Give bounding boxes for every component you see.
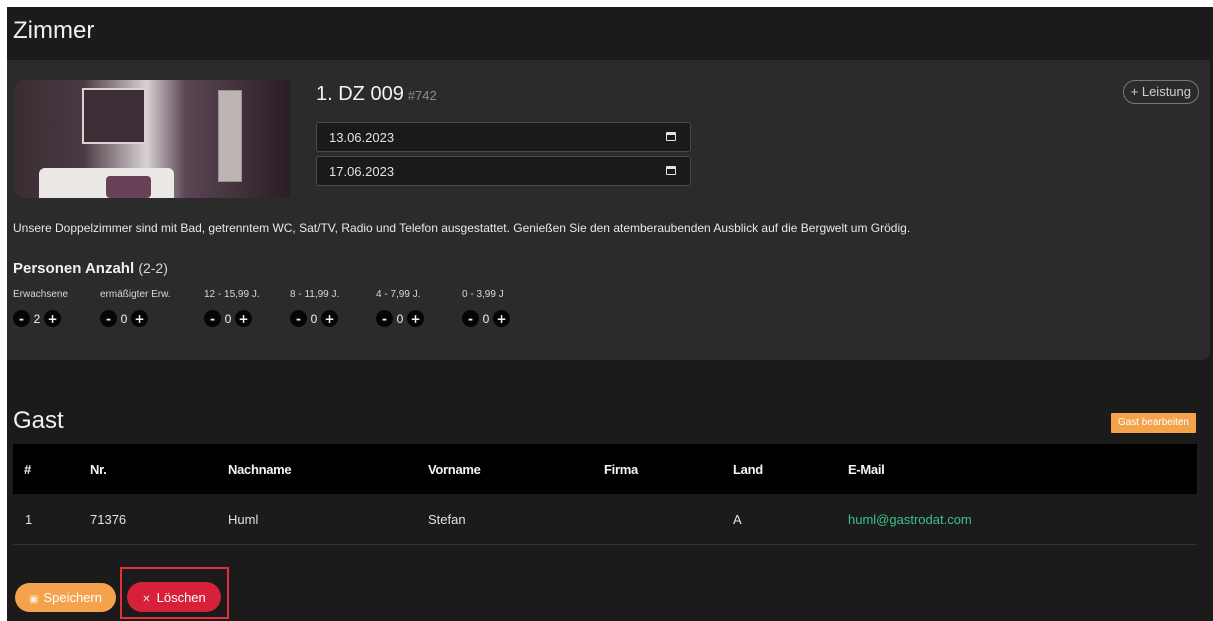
age-group-label: ermäßigter Erw.: [100, 289, 171, 300]
age-group-label: 12 - 15,99 J.: [204, 289, 260, 300]
quantity-stepper: - 0 +: [290, 310, 339, 327]
age-group-label: 4 - 7,99 J.: [376, 289, 421, 300]
column-header-email: E-Mail: [848, 461, 885, 477]
guest-section-title: Gast: [13, 407, 64, 434]
age-group-label: Erwachsene: [13, 289, 69, 300]
wall-picture: [82, 88, 146, 144]
persons-title: Personen Anzahl: [13, 260, 135, 277]
close-icon: ✕: [142, 593, 151, 605]
cell-country: A: [733, 494, 848, 545]
delete-button[interactable]: ✕ Löschen: [127, 582, 221, 612]
decrement-button[interactable]: -: [13, 310, 30, 327]
age-group-label: 8 - 11,99 J.: [290, 289, 340, 300]
column-header-number: Nr.: [90, 461, 107, 477]
increment-button[interactable]: +: [407, 310, 424, 327]
persons-range: (2-2): [138, 260, 168, 276]
edit-guest-button[interactable]: Gast bearbeiten: [1110, 413, 1196, 433]
age-group-reduced-adult: ermäßigter Erw. - 0 +: [100, 289, 171, 327]
delete-button-label: Löschen: [156, 589, 206, 605]
stepper-value: 0: [482, 311, 490, 326]
room-title: 1. DZ 009 #742: [316, 83, 437, 106]
increment-button[interactable]: +: [44, 310, 61, 327]
room-description: Unsere Doppelzimmer sind mit Bad, getren…: [13, 221, 911, 235]
page-title: Zimmer: [13, 17, 95, 44]
column-header-firstname: Vorname: [428, 461, 481, 477]
column-header-company: Firma: [604, 461, 638, 477]
app-window: Zimmer 1. DZ 009 #742 13.06.2023 17.06.20…: [7, 7, 1213, 621]
decrement-button[interactable]: -: [290, 310, 307, 327]
quantity-stepper: - 0 +: [462, 310, 510, 327]
floppy-icon: ▣: [29, 594, 39, 605]
calendar-icon[interactable]: [666, 166, 676, 175]
room-photo: [14, 80, 290, 198]
persons-heading: Personen Anzahl (2-2): [13, 260, 168, 277]
increment-button[interactable]: +: [493, 310, 510, 327]
age-group-8-11: 8 - 11,99 J. - 0 +: [290, 289, 339, 327]
age-group-label: 0 - 3,99 J: [462, 289, 504, 300]
room-number: #742: [407, 88, 437, 103]
quantity-stepper: - 2 +: [13, 310, 68, 327]
arrival-date-field[interactable]: 13.06.2023: [316, 122, 691, 152]
quantity-stepper: - 0 +: [204, 310, 260, 327]
quantity-stepper: - 0 +: [100, 310, 171, 327]
cell-company: [604, 494, 733, 545]
door-graphic: [218, 90, 242, 182]
decrement-button[interactable]: -: [462, 310, 479, 327]
calendar-icon[interactable]: [666, 132, 676, 141]
table-header-row: # Nr. Nachname Vorname Firma Land E-Mail: [13, 444, 1197, 494]
add-service-button[interactable]: + Leistung: [1122, 80, 1199, 104]
cell-number: 71376: [90, 494, 228, 545]
column-header-country: Land: [733, 461, 763, 477]
increment-button[interactable]: +: [131, 310, 148, 327]
stepper-value: 0: [396, 311, 404, 326]
save-button-label: Speichern: [43, 590, 102, 605]
pillow-graphic: [106, 176, 151, 198]
stepper-value: 0: [224, 311, 232, 326]
age-group-0-3: 0 - 3,99 J - 0 +: [462, 289, 510, 327]
cell-firstname: Stefan: [428, 494, 604, 545]
arrival-date-value: 13.06.2023: [329, 130, 395, 145]
departure-date-value: 17.06.2023: [329, 164, 395, 179]
cell-lastname: Huml: [228, 494, 428, 545]
cell-email[interactable]: huml@gastrodat.com: [848, 494, 1197, 545]
column-header-lastname: Nachname: [228, 461, 292, 477]
stepper-value: 0: [120, 311, 128, 326]
age-group-4-7: 4 - 7,99 J. - 0 +: [376, 289, 424, 327]
guest-table: # Nr. Nachname Vorname Firma Land E-Mail…: [13, 444, 1197, 545]
table-row[interactable]: 1 71376 Huml Stefan A huml@gastrodat.com: [13, 494, 1197, 545]
stepper-value: 0: [310, 311, 318, 326]
age-group-12-15: 12 - 15,99 J. - 0 +: [204, 289, 260, 327]
room-card: 1. DZ 009 #742 13.06.2023 17.06.2023 + Le…: [7, 60, 1210, 360]
cell-index: 1: [13, 494, 90, 545]
age-group-adults: Erwachsene - 2 +: [13, 289, 68, 327]
stepper-value: 2: [33, 311, 41, 326]
quantity-stepper: - 0 +: [376, 310, 424, 327]
room-name: 1. DZ 009: [316, 83, 404, 105]
departure-date-field[interactable]: 17.06.2023: [316, 156, 691, 186]
increment-button[interactable]: +: [321, 310, 338, 327]
decrement-button[interactable]: -: [376, 310, 393, 327]
increment-button[interactable]: +: [235, 310, 252, 327]
decrement-button[interactable]: -: [204, 310, 221, 327]
column-header-index: #: [24, 461, 31, 477]
save-button[interactable]: ▣ Speichern: [15, 583, 116, 612]
decrement-button[interactable]: -: [100, 310, 117, 327]
